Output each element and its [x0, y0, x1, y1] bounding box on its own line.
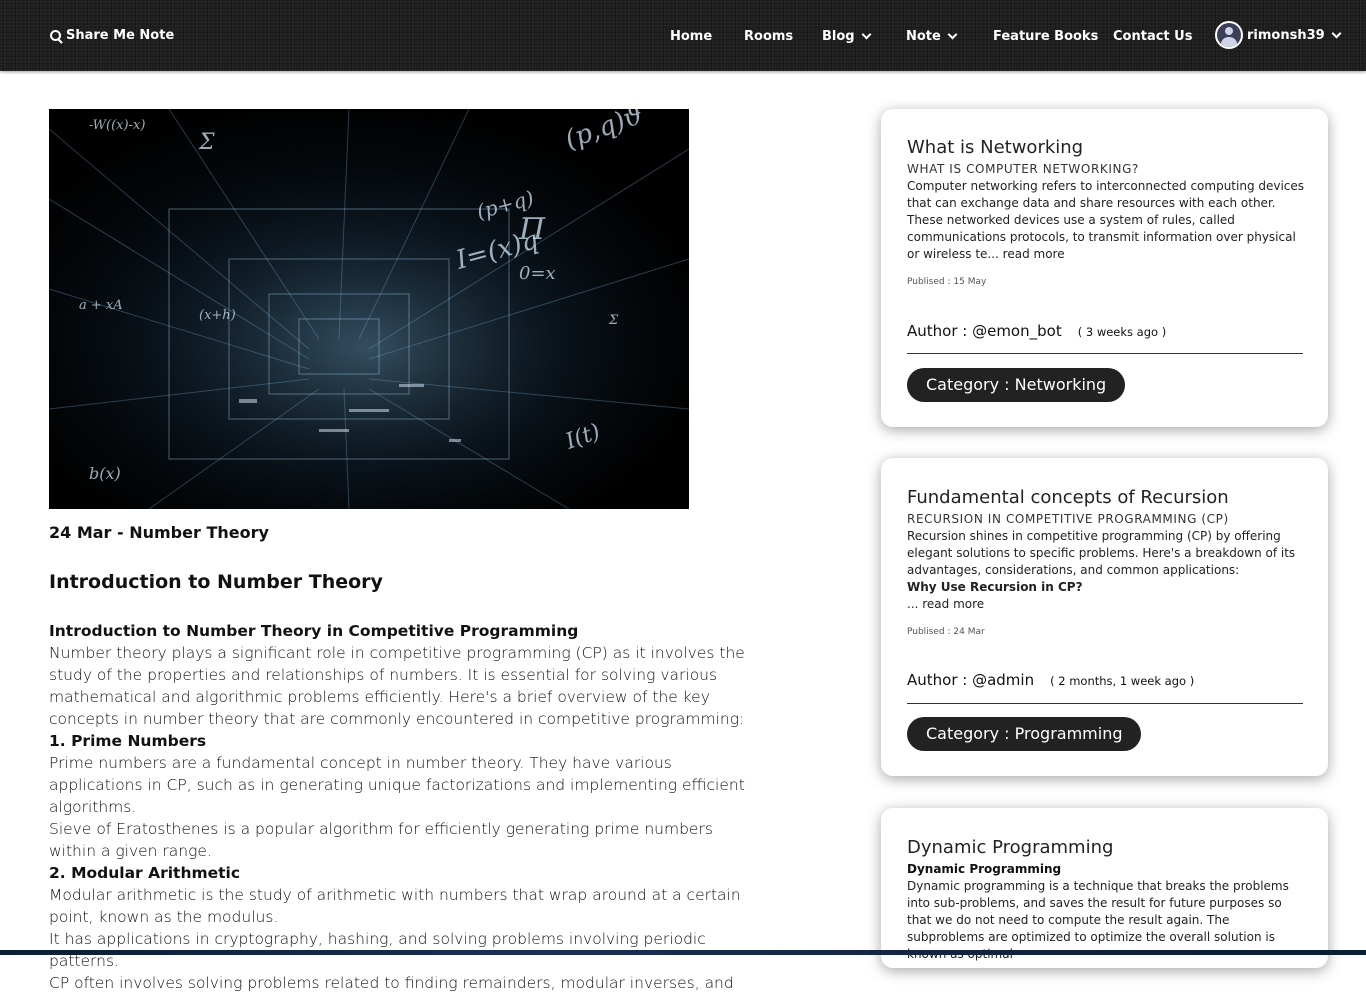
- card-excerpt-text: Recursion shines in competitive programm…: [907, 529, 1296, 577]
- top-navbar: Share Me Note Home Rooms Blog Note Featu…: [0, 0, 1366, 71]
- post-content: Introduction to Number Theory in Competi…: [49, 620, 749, 994]
- card-time-ago: ( 3 weeks ago ): [1077, 325, 1167, 339]
- page-title: Introduction to Number Theory: [49, 571, 383, 593]
- user-menu-dropdown[interactable]: rimonsh39: [1215, 21, 1342, 49]
- nav-home-label: Home: [670, 29, 713, 44]
- nav-feature-books-label: Feature Books: [993, 29, 1099, 44]
- math-formula-image: (p,q)ϑ Σ I=(x)q (p+q) b(x) Π 0=x I(t) a …: [49, 109, 689, 509]
- content-paragraph: Number theory plays a significant role i…: [49, 644, 745, 728]
- content-paragraph: Prime numbers are a fundamental concept …: [49, 754, 745, 816]
- post-cover-image: (p,q)ϑ Σ I=(x)q (p+q) b(x) Π 0=x I(t) a …: [49, 109, 689, 509]
- card-title[interactable]: Fundamental concepts of Recursion: [907, 487, 1229, 508]
- content-paragraph: CP often involves solving problems relat…: [49, 974, 734, 992]
- nav-home[interactable]: Home: [670, 29, 712, 44]
- card-author-name[interactable]: Author : @admin: [907, 671, 1034, 689]
- svg-text:0=x: 0=x: [519, 263, 556, 284]
- post-date-category: 24 Mar - Number Theory: [49, 523, 269, 542]
- card-subtitle: RECURSION IN COMPETITIVE PROGRAMMING (CP…: [907, 512, 1229, 526]
- nav-blog-label: Blog: [822, 29, 855, 44]
- content-paragraph: Sieve of Eratosthenes is a popular algor…: [49, 820, 713, 860]
- card-author-name[interactable]: Author : @emon_bot: [907, 322, 1062, 340]
- card-excerpt: Computer networking refers to interconne…: [907, 179, 1305, 261]
- svg-text:a + xA: a + xA: [79, 298, 123, 313]
- brand-name: Share Me Note: [66, 28, 175, 43]
- card-subtitle: WHAT IS COMPUTER NETWORKING?: [907, 162, 1139, 176]
- content-heading: Introduction to Number Theory in Competi…: [49, 622, 579, 640]
- chevron-down-icon: [861, 29, 872, 40]
- card-title[interactable]: Dynamic Programming: [907, 837, 1113, 858]
- card-excerpt: Recursion shines in competitive programm…: [907, 528, 1307, 613]
- nav-blog-dropdown[interactable]: Blog: [822, 29, 872, 44]
- card-published-date: Publised : 24 Mar: [907, 627, 985, 637]
- avatar: [1215, 21, 1243, 49]
- chevron-down-icon: [1331, 28, 1342, 38]
- category-badge[interactable]: Category : Programming: [907, 717, 1142, 751]
- card-published-date: Publised : 15 May: [907, 277, 987, 287]
- card-divider: [907, 703, 1303, 704]
- svg-text:Σ: Σ: [608, 313, 619, 328]
- card-title[interactable]: What is Networking: [907, 137, 1083, 158]
- content-paragraph: Modular arithmetic is the study of arith…: [49, 886, 741, 926]
- svg-text:(x+h): (x+h): [199, 308, 236, 323]
- section-heading: 2. Modular Arithmetic: [49, 864, 241, 882]
- blog-card[interactable]: What is Networking WHAT IS COMPUTER NETW…: [881, 109, 1328, 427]
- brand-logo-icon: [50, 30, 61, 41]
- nav-rooms[interactable]: Rooms: [744, 29, 793, 44]
- nav-note-dropdown[interactable]: Note: [906, 29, 958, 44]
- brand-link[interactable]: Share Me Note: [50, 28, 174, 43]
- card-author: Author : @emon_bot ( 3 weeks ago ): [907, 322, 1166, 340]
- username: rimonsh39: [1247, 27, 1325, 43]
- read-more-link[interactable]: ... read more: [907, 596, 1307, 613]
- card-subtitle: Dynamic Programming: [907, 862, 1062, 876]
- svg-text:Π: Π: [518, 212, 546, 247]
- category-badge[interactable]: Category : Networking: [907, 368, 1126, 402]
- chevron-down-icon: [947, 29, 958, 40]
- taskbar-strip: [0, 950, 1366, 955]
- nav-contact-us[interactable]: Contact Us: [1113, 29, 1192, 44]
- blog-card[interactable]: Dynamic Programming Dynamic Programming …: [881, 808, 1328, 968]
- svg-text:Σ: Σ: [198, 130, 215, 155]
- nav-rooms-label: Rooms: [744, 29, 794, 44]
- nav-contact-label: Contact Us: [1113, 29, 1193, 44]
- card-excerpt-bold: Why Use Recursion in CP?: [907, 580, 1083, 594]
- card-author: Author : @admin ( 2 months, 1 week ago ): [907, 671, 1194, 689]
- card-time-ago: ( 2 months, 1 week ago ): [1050, 674, 1195, 688]
- svg-text:-W((x)-x): -W((x)-x): [89, 118, 145, 133]
- nav-note-label: Note: [906, 29, 941, 44]
- blog-card[interactable]: Fundamental concepts of Recursion RECURS…: [881, 458, 1328, 776]
- card-divider: [907, 353, 1303, 354]
- section-heading: 1. Prime Numbers: [49, 732, 207, 750]
- svg-text:b(x): b(x): [89, 464, 121, 483]
- nav-feature-books[interactable]: Feature Books: [993, 29, 1098, 44]
